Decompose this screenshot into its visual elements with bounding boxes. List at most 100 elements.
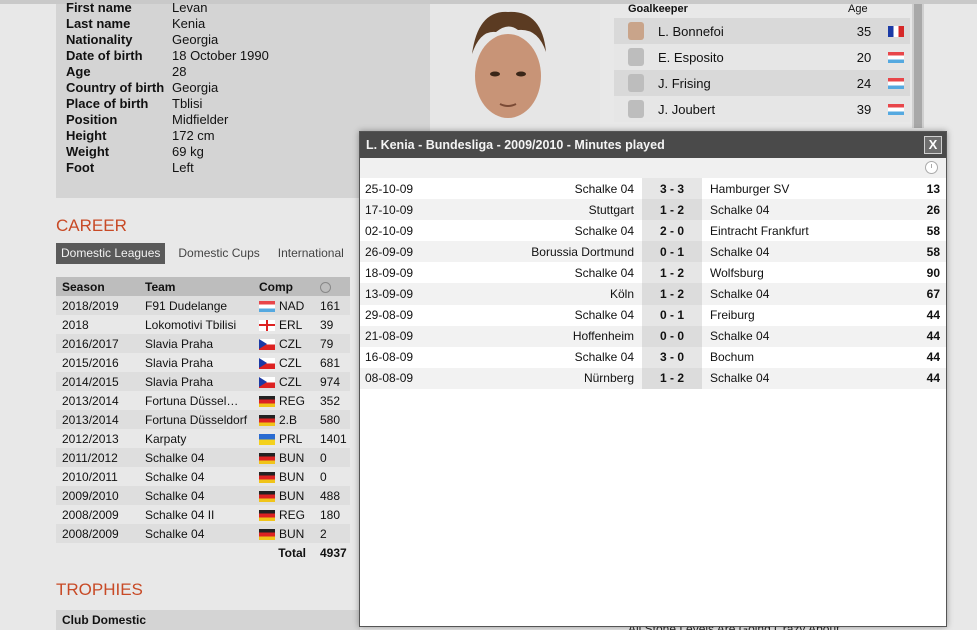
team-cell[interactable]: Lokomotivi Tbilisi	[139, 315, 253, 334]
goalkeeper-row[interactable]: E. Esposito 20	[614, 44, 910, 70]
minutes-cell[interactable]: 0	[314, 467, 350, 486]
minutes-cell[interactable]: 39	[314, 315, 350, 334]
comp-code[interactable]: BUN	[279, 527, 304, 541]
comp-code[interactable]: CZL	[279, 356, 302, 370]
goalkeeper-row[interactable]: J. Frising 24	[614, 70, 910, 96]
minutes-cell[interactable]: 580	[314, 410, 350, 429]
comp-code[interactable]: 2.B	[279, 413, 297, 427]
season-header[interactable]: Season	[56, 277, 139, 296]
minutes-cell[interactable]: 0	[314, 448, 350, 467]
team-cell[interactable]: Slavia Praha	[139, 334, 253, 353]
team-cell[interactable]: Karpaty	[139, 429, 253, 448]
minutes-played: 58	[912, 241, 946, 263]
minutes-cell[interactable]: 161	[314, 296, 350, 315]
flag-icon	[888, 103, 904, 115]
team-cell[interactable]: Schalke 04 II	[139, 505, 253, 524]
table-row: 2008/2009 Schalke 04 BUN 2	[56, 524, 350, 543]
team-header[interactable]: Team	[139, 277, 253, 296]
away-team: Hamburger SV	[702, 178, 912, 200]
flag-icon	[259, 452, 275, 464]
career-tab[interactable]: Domestic Cups	[173, 243, 264, 264]
away-team: Bochum	[702, 346, 912, 368]
total-spacer	[139, 543, 253, 562]
table-row: 2012/2013 Karpaty PRL 1401	[56, 429, 350, 448]
minutes-cell[interactable]: 180	[314, 505, 350, 524]
minutes-cell[interactable]: 352	[314, 391, 350, 410]
minutes-cell[interactable]: 79	[314, 334, 350, 353]
comp-code[interactable]: BUN	[279, 451, 304, 465]
table-row: 2018 Lokomotivi Tbilisi ERL 39	[56, 315, 350, 334]
season-cell: 2016/2017	[56, 334, 139, 353]
comp-cell: BUN	[253, 467, 314, 486]
minutes-cell[interactable]: 974	[314, 372, 350, 391]
season-cell: 2013/2014	[56, 410, 139, 429]
goalkeeper-row[interactable]: L. Bonnefoi 35	[614, 18, 910, 44]
comp-header[interactable]: Comp	[253, 277, 314, 296]
table-row: 2014/2015 Slavia Praha CZL 974	[56, 372, 350, 391]
team-cell[interactable]: Schalke 04	[139, 467, 253, 486]
season-cell: 2015/2016	[56, 353, 139, 372]
goalkeeper-name[interactable]: J. Frising	[658, 76, 840, 91]
scrollbar-thumb[interactable]	[914, 4, 922, 128]
comp-code[interactable]: BUN	[279, 470, 304, 484]
goalkeeper-name[interactable]: L. Bonnefoi	[658, 24, 840, 39]
team-cell[interactable]: Schalke 04	[139, 486, 253, 505]
goalkeeper-name[interactable]: J. Joubert	[658, 102, 840, 117]
comp-code[interactable]: REG	[279, 394, 305, 408]
team-cell[interactable]: F91 Dudelange	[139, 296, 253, 315]
away-team: Schalke 04	[702, 367, 912, 389]
goalkeeper-row[interactable]: J. Joubert 39	[614, 96, 910, 122]
comp-cell: BUN	[253, 524, 314, 543]
goalkeeper-age: 39	[856, 101, 872, 117]
minutes-header[interactable]	[314, 277, 350, 296]
squad-scrollbar[interactable]	[912, 4, 924, 128]
minutes-cell[interactable]: 1401	[314, 429, 350, 448]
comp-code[interactable]: CZL	[279, 337, 302, 351]
info-value: 28	[172, 64, 187, 79]
flag-icon	[259, 376, 275, 388]
table-row: 2008/2009 Schalke 04 II REG 180	[56, 505, 350, 524]
info-label: Height	[66, 128, 107, 143]
comp-code[interactable]: PRL	[279, 432, 302, 446]
career-tab[interactable]: Domestic Leagues	[56, 243, 166, 264]
matches-table: 25-10-09 Schalke 04 3 - 3 Hamburger SV 13 17-…	[360, 178, 946, 389]
minutes-played: 58	[912, 220, 946, 242]
comp-code[interactable]: ERL	[279, 318, 302, 332]
minutes-cell[interactable]: 488	[314, 486, 350, 505]
match-date: 17-10-09	[360, 199, 452, 221]
match-date: 26-09-09	[360, 241, 452, 263]
match-row: 08-08-09 Nürnberg 1 - 2 Schalke 04 44	[360, 367, 946, 389]
away-team: Wolfsburg	[702, 262, 912, 284]
table-row: 2009/2010 Schalke 04 BUN 488	[56, 486, 350, 505]
info-row: Weight 69 kg	[66, 144, 269, 160]
goalkeeper-name[interactable]: E. Esposito	[658, 50, 840, 65]
comp-code[interactable]: CZL	[279, 375, 302, 389]
flag-icon	[259, 338, 275, 350]
team-cell[interactable]: Schalke 04	[139, 524, 253, 543]
player-photo-icon	[472, 11, 546, 118]
comp-cell: BUN	[253, 448, 314, 467]
goalkeeper-age: 20	[856, 49, 872, 65]
minutes-cell[interactable]: 2	[314, 524, 350, 543]
team-cell[interactable]: Fortuna Düssel…	[139, 391, 253, 410]
info-row: First name Levan	[66, 0, 269, 16]
table-row: 2016/2017 Slavia Praha CZL 79	[56, 334, 350, 353]
comp-code[interactable]: BUN	[279, 489, 304, 503]
minutes-played: 44	[912, 367, 946, 389]
minutes-cell[interactable]: 681	[314, 353, 350, 372]
team-cell[interactable]: Schalke 04	[139, 448, 253, 467]
team-cell[interactable]: Fortuna Düsseldorf	[139, 410, 253, 429]
team-cell[interactable]: Slavia Praha	[139, 353, 253, 372]
match-score: 0 - 0	[642, 325, 702, 347]
info-row: Nationality Georgia	[66, 32, 269, 48]
minutes-played: 90	[912, 262, 946, 284]
close-button[interactable]: X	[924, 136, 942, 154]
total-spacer	[56, 543, 139, 562]
flag-icon	[259, 471, 275, 483]
career-tab[interactable]: International	[273, 243, 349, 264]
comp-code[interactable]: NAD	[279, 299, 304, 313]
team-cell[interactable]: Slavia Praha	[139, 372, 253, 391]
comp-code[interactable]: REG	[279, 508, 305, 522]
info-row: Height 172 cm	[66, 128, 269, 144]
match-score: 1 - 2	[642, 199, 702, 221]
